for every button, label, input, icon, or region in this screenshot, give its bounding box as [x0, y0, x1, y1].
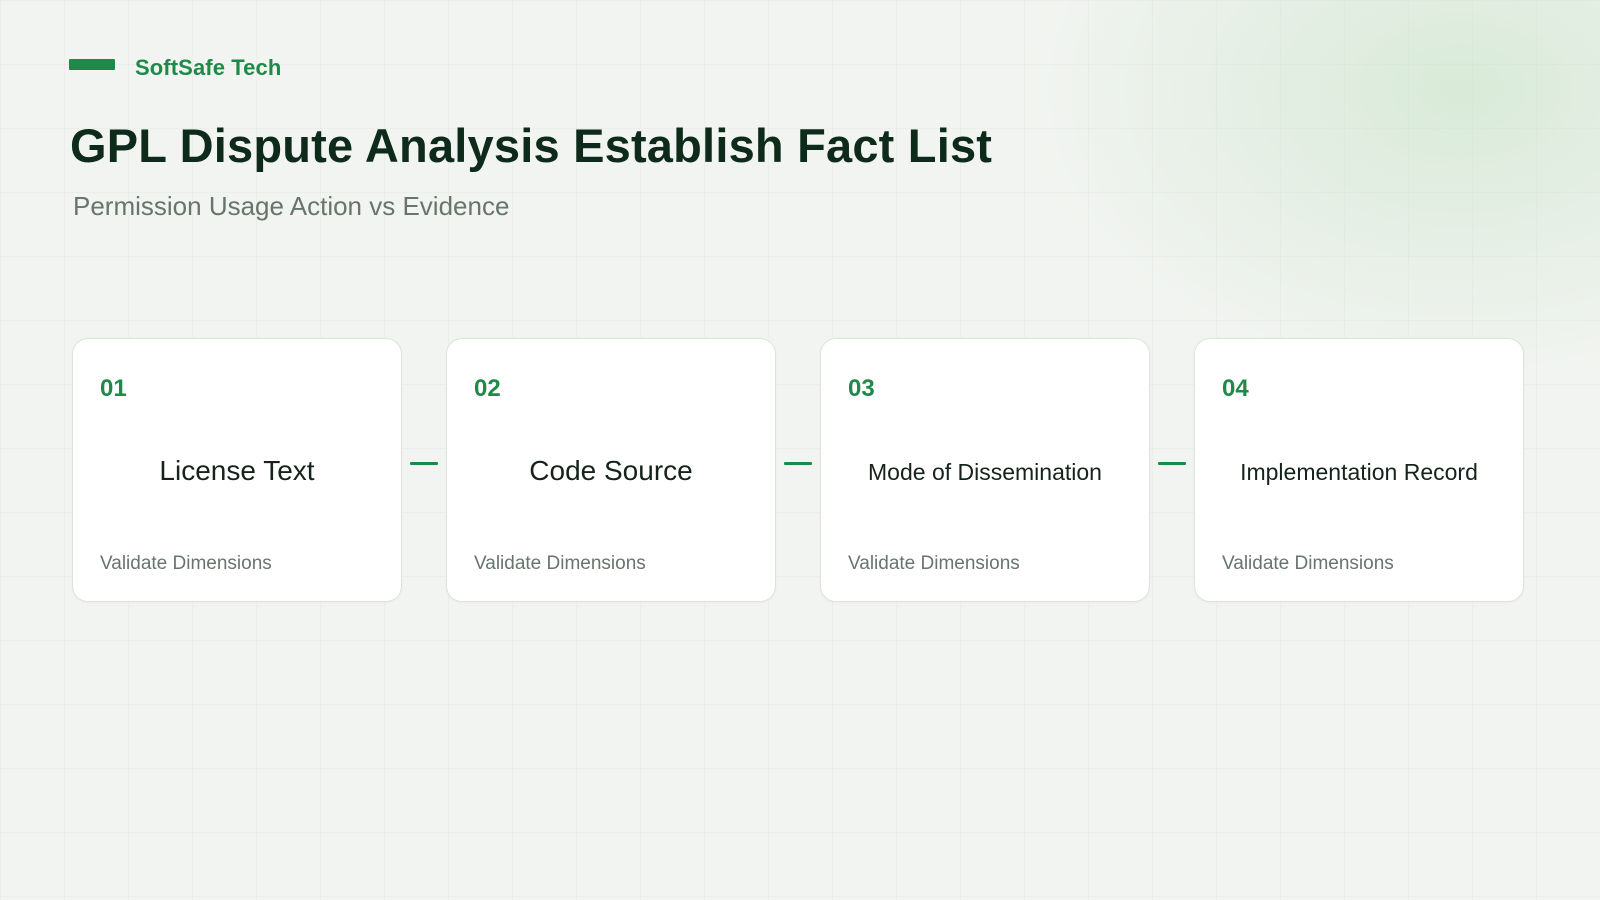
fact-card: 02 Code Source Validate Dimensions	[446, 338, 776, 602]
connector-line	[410, 461, 438, 465]
card-footer: Validate Dimensions	[1222, 553, 1394, 574]
card-title: Implementation Record	[1240, 459, 1478, 485]
brand-name: SoftSafe Tech	[135, 55, 282, 80]
fact-card: 03 Mode of Dissemination Validate Dimens…	[820, 338, 1150, 602]
card-title: License Text	[159, 455, 315, 486]
card-footer: Validate Dimensions	[474, 553, 646, 574]
card-footer: Validate Dimensions	[100, 553, 272, 574]
card-number: 02	[474, 375, 501, 402]
connector-line	[1158, 461, 1186, 465]
page-title: GPL Dispute Analysis Establish Fact List	[70, 119, 993, 172]
card-number: 04	[1222, 375, 1249, 402]
card-title: Mode of Dissemination	[868, 459, 1102, 485]
connector	[1150, 461, 1194, 472]
brand-accent-bar	[69, 58, 115, 70]
brand: SoftSafe Tech	[69, 55, 281, 81]
fact-card: 04 Implementation Record Validate Dimens…	[1194, 338, 1524, 602]
card-number: 03	[848, 375, 875, 402]
card-footer: Validate Dimensions	[848, 553, 1020, 574]
card-title: Code Source	[529, 455, 693, 486]
fact-card: 01 License Text Validate Dimensions	[72, 338, 402, 602]
connector	[402, 461, 446, 472]
card-number: 01	[100, 375, 127, 402]
fact-cards: 01 License Text Validate Dimensions 02 C…	[72, 338, 1524, 602]
connector-line	[784, 461, 812, 465]
page-subtitle: Permission Usage Action vs Evidence	[73, 191, 510, 221]
connector	[776, 461, 820, 472]
